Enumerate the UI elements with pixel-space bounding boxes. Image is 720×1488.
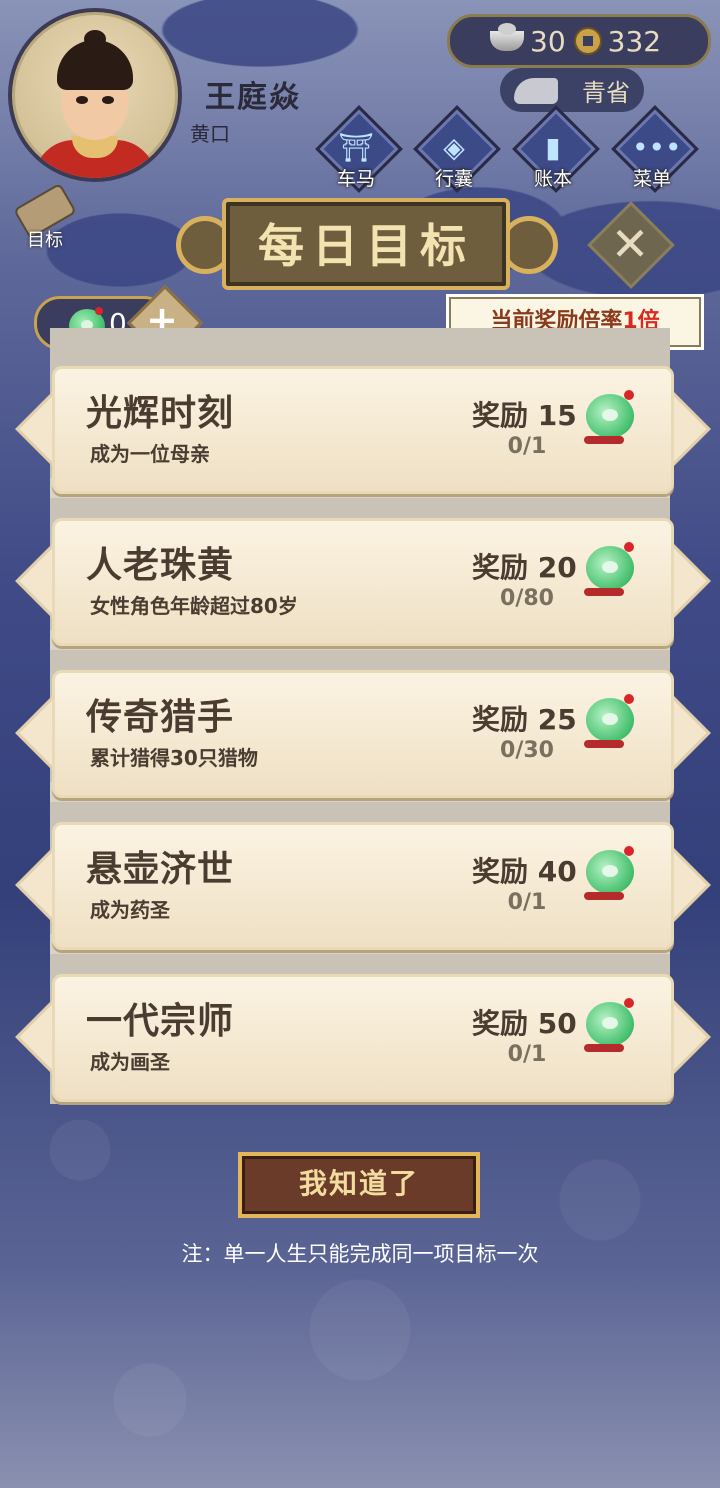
jade-reward-icon (582, 388, 638, 448)
goal-title: 光辉时刻 (86, 393, 235, 434)
footnote: 注：单一人生只能完成同一项目标一次 (181, 1242, 539, 1266)
silver-ingot-icon (490, 23, 524, 51)
currency-bar: 30 332 (447, 14, 711, 68)
goal-progress: 0/30 (500, 738, 554, 763)
player-avatar[interactable] (8, 8, 182, 182)
goal-description: 累计猎得30只猎物 (90, 746, 258, 770)
goal-description: 女性角色年龄超过80岁 (90, 594, 298, 618)
season-label: 青省 (582, 78, 630, 107)
goal-card: 人老珠黄 女性角色年龄超过80岁 奖励 20 0/80 (15, 514, 711, 646)
goal-reward: 奖励 40 (472, 855, 577, 888)
jade-reward-icon (582, 996, 638, 1056)
goal-reward: 奖励 25 (472, 703, 577, 736)
goal-description: 成为药圣 (90, 898, 170, 922)
goal-progress: 0/1 (507, 1042, 547, 1067)
goal-card: 一代宗师 成为画圣 奖励 50 0/1 (15, 970, 711, 1102)
goal-title: 一代宗师 (86, 1001, 235, 1042)
jade-reward-icon (582, 692, 638, 752)
ledger-icon: ▮ (545, 131, 561, 164)
jade-reward-icon (582, 844, 638, 904)
goal-description: 成为画圣 (90, 1050, 170, 1074)
goal-title: 人老珠黄 (86, 545, 235, 586)
menu-icon: ••• (632, 131, 682, 164)
ledger-label: 账本 (533, 168, 572, 190)
bag-button[interactable]: ◈ 行囊 (413, 105, 501, 193)
copper-coin-icon (573, 27, 602, 55)
carriage-icon: ⛩ (338, 131, 374, 164)
confirm-button[interactable]: 我知道了 (238, 1152, 480, 1218)
carriage-label: 车马 (336, 168, 375, 190)
player-rank: 黄口 (190, 122, 230, 146)
goal-description: 成为一位母亲 (90, 442, 210, 466)
ledger-button[interactable]: ▮ 账本 (512, 105, 600, 193)
goal-reward: 奖励 20 (472, 551, 577, 584)
goal-card: 悬壶济世 成为药圣 奖励 40 0/1 (15, 818, 711, 950)
goal-button[interactable]: 目标 (10, 182, 80, 251)
player-name: 王庭焱 (205, 80, 301, 115)
goal-card: 传奇猎手 累计猎得30只猎物 奖励 25 0/30 (15, 666, 711, 798)
bag-icon: ◈ (443, 131, 465, 164)
carriage-button[interactable]: ⛩ 车马 (315, 105, 403, 193)
goal-label: 目标 (27, 230, 63, 251)
menu-label: 菜单 (632, 168, 671, 190)
close-icon[interactable]: ✕ (598, 212, 662, 276)
menu-button[interactable]: ••• 菜单 (611, 105, 699, 193)
goal-progress: 0/1 (507, 434, 547, 459)
coin-count: 332 (607, 24, 662, 58)
jade-reward-icon (582, 540, 638, 600)
bag-label: 行囊 (434, 168, 473, 190)
goal-progress: 0/80 (500, 586, 554, 611)
goal-card: 光辉时刻 成为一位母亲 奖励 15 0/1 (15, 362, 711, 494)
season-indicator[interactable]: 青省 (500, 68, 644, 112)
goal-title: 传奇猎手 (86, 697, 235, 738)
goal-reward: 奖励 50 (472, 1007, 577, 1040)
goal-reward: 奖励 15 (472, 399, 577, 432)
silver-count: 30 (530, 24, 566, 58)
goal-progress: 0/1 (507, 890, 547, 915)
dialog-title-plaque: 每日目标 (222, 198, 510, 290)
goal-title: 悬壶济世 (86, 849, 235, 890)
iron-icon (514, 78, 558, 104)
dialog-title: 每日目标 (258, 219, 474, 273)
